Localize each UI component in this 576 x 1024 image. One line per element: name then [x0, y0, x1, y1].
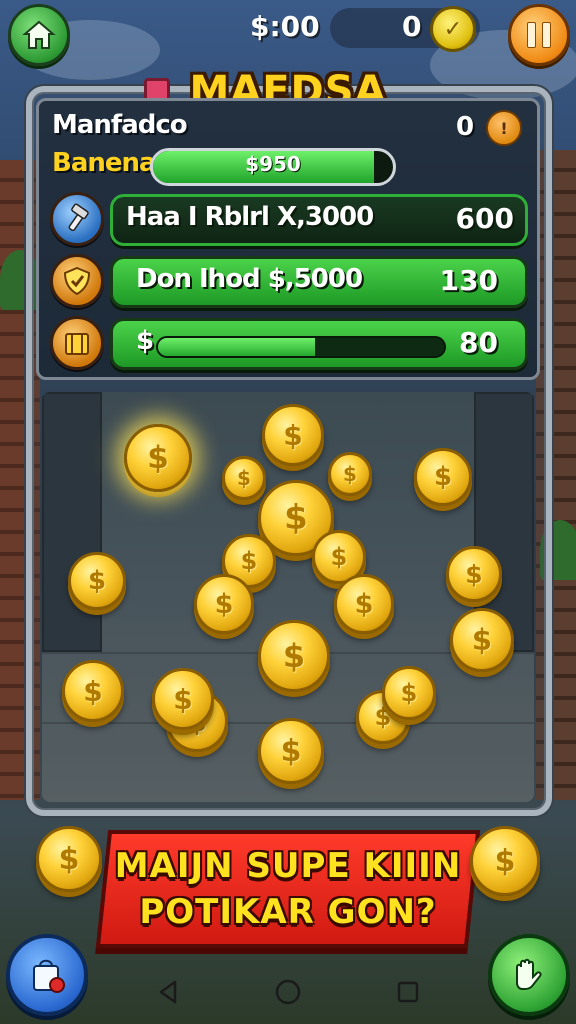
collectible-coin[interactable]: $	[382, 666, 436, 720]
upgrade-row-1-label: Haa I Rblrl X,3000	[126, 202, 374, 232]
coin-dollar-symbol: $	[173, 682, 193, 716]
decorative-coin: $	[470, 826, 540, 896]
pause-button[interactable]	[508, 4, 570, 66]
coin-dollar-symbol: $	[330, 543, 348, 571]
promo-banner-line-2: POTIKAR GON?	[139, 892, 437, 932]
coin-dollar-symbol: $	[354, 588, 374, 620]
decorative-coin: $	[36, 826, 102, 892]
upgrade-row-3-progress-fill	[158, 338, 316, 356]
coin-dollar-symbol: $	[343, 462, 357, 486]
upgrade-row-3-label: $	[136, 326, 154, 356]
collectible-coin[interactable]: $	[152, 668, 214, 730]
coin-icon-glyph: ✓	[443, 16, 463, 42]
alert-icon-glyph: !	[500, 118, 508, 138]
coin-dollar-symbol: $	[237, 466, 251, 490]
collectible-coin[interactable]: $	[124, 424, 192, 492]
collectible-coin[interactable]: $	[258, 620, 330, 692]
coin-dollar-symbol: $	[214, 588, 234, 620]
upgrade-row-icon-2	[50, 254, 104, 308]
collectible-coin[interactable]: $	[446, 546, 502, 602]
crate-icon	[65, 333, 89, 355]
upgrade-row-3-progress-bar	[156, 336, 446, 358]
bank-amount: $950	[245, 152, 301, 176]
promo-banner-line-1: MAIJN SUPE KIIIN	[114, 846, 462, 886]
hammer-icon	[68, 203, 89, 232]
pause-icon	[524, 22, 554, 48]
back-button[interactable]	[153, 977, 183, 1007]
coin-dollar-symbol: $	[465, 559, 483, 589]
home-button[interactable]	[8, 4, 70, 66]
collectible-coin[interactable]: $	[222, 456, 266, 500]
upgrade-row-icon-1	[50, 192, 104, 246]
home-circle-icon	[275, 979, 301, 1005]
collectible-coin[interactable]: $	[262, 404, 324, 466]
shield-icon	[63, 266, 91, 296]
upgrade-row-1-value: 600	[455, 202, 514, 235]
system-navigation-bar	[0, 960, 576, 1024]
coin-dollar-symbol: $	[240, 547, 258, 575]
coin-dollar-symbol: $	[400, 679, 418, 707]
coin-icon: ✓	[430, 6, 476, 52]
coin-dollar-symbol: $	[433, 462, 453, 492]
stat-value-primary: 0	[456, 112, 475, 142]
coin-dollar-symbol: $	[283, 418, 303, 452]
recents-button[interactable]	[393, 977, 423, 1007]
home-nav-button[interactable]	[273, 977, 303, 1007]
coin-dollar-symbol: $	[87, 566, 107, 596]
upgrade-row-3-value: 80	[459, 326, 498, 359]
collectible-coin[interactable]: $	[328, 452, 372, 496]
alert-icon: !	[486, 110, 522, 146]
recents-square-icon	[397, 981, 419, 1003]
coin-dollar-symbol: $	[282, 637, 306, 675]
upgrade-row-icon-3	[50, 316, 104, 370]
stat-label-primary: Manfadco	[52, 110, 188, 140]
collectible-coin[interactable]: $	[334, 574, 394, 634]
collectible-coin[interactable]: $	[414, 448, 472, 506]
upgrade-row-2-label: Don Ihod $,5000	[136, 264, 363, 294]
upgrade-row-2-value: 130	[439, 264, 498, 297]
money-counter: $:00	[250, 10, 320, 43]
collectible-coin[interactable]: $	[194, 574, 254, 634]
coin-dollar-symbol: $	[83, 674, 103, 708]
coin-dollar-symbol: $	[471, 623, 493, 657]
coin-counter: 0	[402, 10, 422, 43]
coin-dollar-symbol: $	[284, 498, 308, 538]
collectible-coin[interactable]: $	[62, 660, 124, 722]
collectible-coin[interactable]: $	[68, 552, 126, 610]
coin-dollar-symbol: $	[147, 440, 169, 476]
collectible-coin[interactable]: $	[258, 718, 324, 784]
coin-dollar-symbol: $	[280, 733, 302, 769]
alley-wall	[42, 392, 102, 652]
collectible-coin[interactable]: $	[450, 608, 514, 672]
home-icon	[22, 20, 56, 49]
back-triangle-icon	[159, 980, 177, 1004]
